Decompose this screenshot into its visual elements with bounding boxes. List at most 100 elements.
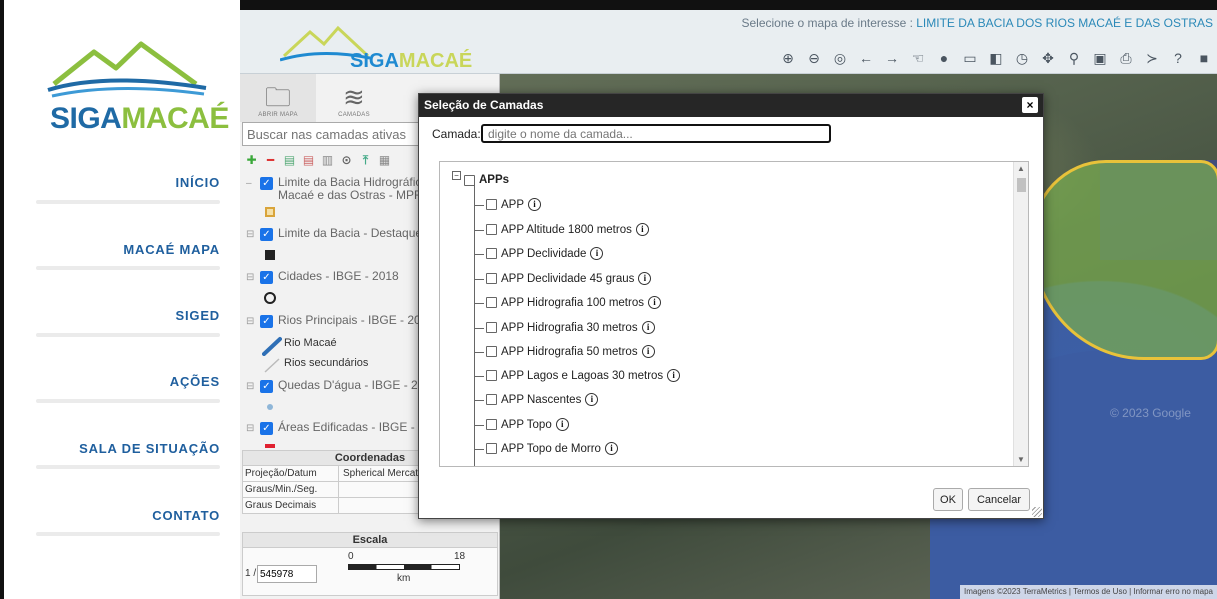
tree-checkbox[interactable] [486,346,497,357]
tree-collapse-icon[interactable]: − [452,171,461,180]
legend-built-area-symbol [265,444,275,448]
info-icon[interactable]: i [667,369,681,382]
previous-extent-icon[interactable]: ← [853,47,879,69]
tab-abrir-mapa[interactable]: 🗀 ABRIR MAPA [240,74,316,122]
next-extent-icon[interactable]: → [879,47,905,69]
tree-checkbox[interactable] [486,394,497,405]
dialog-titlebar[interactable]: Seleção de Camadas × [419,94,1043,117]
tree-item[interactable]: APP i [486,198,542,211]
layer-checkbox[interactable]: ✓ [260,422,273,435]
tree-item[interactable]: APP Altitude 1800 metros i [486,223,649,236]
scrollbar-thumb[interactable] [1017,178,1026,192]
collapse-icon[interactable]: – [246,178,258,189]
info-icon[interactable]: i [555,418,569,431]
selected-map-link[interactable]: LIMITE DA BACIA DOS RIOS MACAÉ E DAS OST… [916,16,1213,30]
nav-inicio[interactable]: INÍCIO [36,175,220,190]
tree-item[interactable]: APP Hidrografia 100 metros i [486,296,661,309]
collapse-icon[interactable]: ⊟ [246,381,258,392]
tree-item[interactable]: APP Declividade 45 graus i [486,272,652,285]
nav-contato[interactable]: CONTATO [36,508,220,523]
tree-item[interactable]: APP Topo i [486,418,569,431]
info-icon[interactable]: ● [931,47,957,69]
tree-checkbox[interactable] [486,322,497,333]
save-icon[interactable]: ▣ [1087,47,1113,69]
layer-document-icon[interactable]: ▥ [320,153,335,168]
tree-root-apps[interactable]: APPs [464,174,509,186]
nav-acoes[interactable]: AÇÕES [36,374,220,389]
info-icon[interactable]: i [604,442,618,455]
tree-checkbox[interactable] [486,248,497,259]
identify-icon[interactable]: ✥ [1035,47,1061,69]
layer-checkbox[interactable]: ✓ [260,177,273,190]
layer-checkbox[interactable]: ✓ [260,315,273,328]
tree-checkbox[interactable] [486,443,497,454]
layer-upload-icon[interactable]: ⤒ [358,153,373,168]
measure-icon[interactable]: ▭ [957,47,983,69]
zoom-in-icon[interactable]: ⊕ [775,47,801,69]
nav-siged[interactable]: SIGED [36,308,220,323]
tree-item[interactable]: APP Declividade i [486,247,604,260]
layer-select-icon[interactable]: ◧ [983,47,1009,69]
nav-macae-mapa[interactable]: MACAÉ MAPA [36,242,220,257]
tree-item[interactable]: APP Hidrografia 30 metros i [486,321,655,334]
network-icon[interactable]: ⚲ [1061,47,1087,69]
resize-grip-icon[interactable] [1032,507,1042,517]
tree-scrollbar[interactable]: ▲ ▼ [1013,162,1028,466]
info-icon[interactable]: i [641,321,655,334]
scroll-up-icon[interactable]: ▲ [1017,164,1025,173]
remove-layer-icon[interactable]: ━ [263,153,278,168]
compass-icon[interactable]: ◷ [1009,47,1035,69]
layer-checkbox[interactable]: ✓ [260,271,273,284]
tree-checkbox[interactable] [486,224,497,235]
info-icon[interactable]: i [647,296,661,309]
collapse-icon[interactable]: ⊟ [246,423,258,434]
lock-icon[interactable]: ■ [1191,47,1217,69]
collapse-icon[interactable]: ⊟ [246,229,258,240]
add-layer-icon[interactable]: ✚ [244,153,259,168]
header-logo[interactable]: SIGAMACAÉ [279,22,480,72]
scale-tick-max: 18 [454,551,466,562]
scroll-down-icon[interactable]: ▼ [1017,455,1025,464]
tree-checkbox[interactable] [486,273,497,284]
zoom-out-icon[interactable]: ⊖ [801,47,827,69]
collapse-icon[interactable]: ⊟ [246,316,258,327]
info-icon[interactable]: i [590,247,604,260]
layer-zoom-icon[interactable]: ⊙ [339,153,354,168]
scale-input[interactable] [257,565,317,583]
tree-checkbox[interactable] [486,370,497,381]
zoom-box-icon[interactable]: ◎ [827,47,853,69]
tree-checkbox[interactable] [486,297,497,308]
info-icon[interactable]: i [585,393,599,406]
tree-checkbox[interactable] [464,174,475,186]
share-icon[interactable]: ≻ [1139,47,1165,69]
close-icon[interactable]: × [1022,97,1038,113]
info-icon[interactable]: i [635,223,649,236]
tree-item[interactable]: APP Lagos e Lagoas 30 metros i [486,369,681,382]
tab-camadas[interactable]: ≋ CAMADAS [316,74,392,122]
layer-export-icon[interactable]: ▤ [301,153,316,168]
tree-item[interactable]: APP Nascentes i [486,393,599,406]
collapse-icon[interactable]: ⊟ [246,272,258,283]
help-icon[interactable]: ? [1165,47,1191,69]
cancel-button[interactable]: Cancelar [968,488,1030,511]
layer-checkbox[interactable]: ✓ [260,228,273,241]
nav-separator [36,266,220,270]
info-icon[interactable]: i [638,272,652,285]
tree-item[interactable]: APP Hidrografia 50 metros i [486,345,655,358]
info-icon[interactable]: i [641,345,655,358]
tree-checkbox[interactable] [486,419,497,430]
tree-checkbox[interactable] [486,199,497,210]
info-icon[interactable]: i [528,198,542,211]
tree-item[interactable]: APP Topo de Morro i [486,442,618,455]
layer-checkbox[interactable]: ✓ [260,380,273,393]
layer-table-icon[interactable]: ▦ [377,153,392,168]
pan-icon[interactable]: ☜ [905,47,931,69]
ok-button[interactable]: OK [933,488,963,511]
camada-search-input[interactable] [481,124,831,143]
map-attribution[interactable]: Imagens ©2023 TerraMetrics | Termos de U… [960,585,1217,599]
layer-save-icon[interactable]: ▤ [282,153,297,168]
nav-sala-de-situacao[interactable]: SALA DE SITUAÇÃO [36,441,220,456]
legend-highlight-symbol [265,250,275,260]
print-icon[interactable]: ⎙ [1113,47,1139,69]
site-logo[interactable]: SIGAMACAÉ [46,32,229,135]
